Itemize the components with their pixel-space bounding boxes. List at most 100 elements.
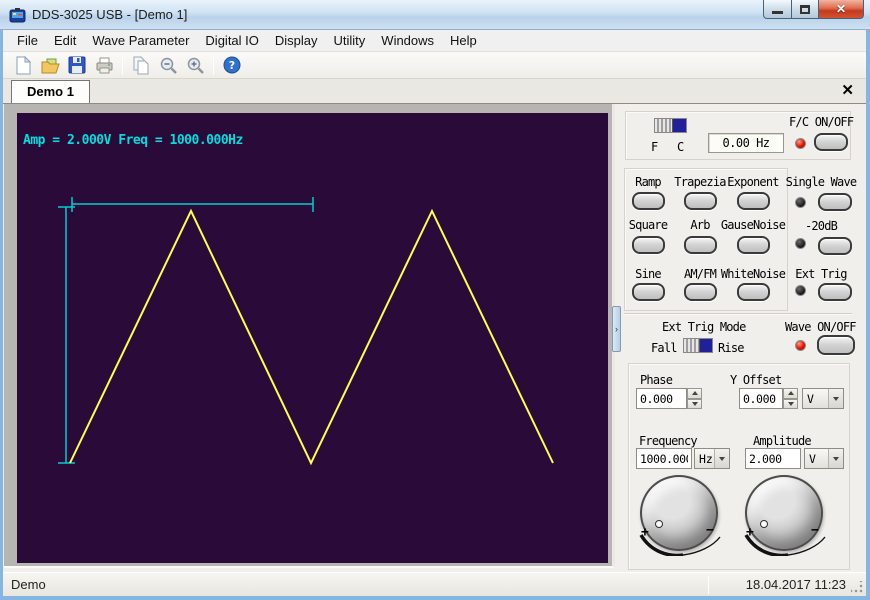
minimize-button[interactable]	[763, 0, 792, 19]
sine-button[interactable]	[632, 283, 665, 301]
menu-item-windows[interactable]: Windows	[373, 31, 442, 50]
close-button[interactable]: ✕	[819, 0, 864, 19]
zoom-out-icon	[159, 56, 178, 75]
y-offset-spin-down[interactable]	[783, 399, 798, 410]
fc-slider[interactable]	[654, 118, 687, 133]
tab-demo1[interactable]: Demo 1	[11, 80, 90, 103]
amplitude-knob-arc	[738, 528, 830, 556]
fc-slider-handle[interactable]	[655, 119, 673, 132]
square-button[interactable]	[632, 236, 665, 254]
gausenoise-button[interactable]	[737, 236, 770, 254]
ext-trig-label: Ext Trig	[781, 267, 861, 281]
resize-grip[interactable]	[851, 581, 863, 593]
app-window: DDS-3025 USB - [Demo 1] ✕ File Edit Wave…	[0, 0, 870, 600]
copy-button[interactable]	[129, 54, 153, 77]
zoom-in-button[interactable]	[183, 54, 207, 77]
toolbar-separator	[213, 55, 214, 75]
frequency-input[interactable]	[636, 448, 692, 469]
frequency-unit-select[interactable]: Hz	[694, 448, 730, 469]
open-file-button[interactable]	[38, 54, 62, 77]
maximize-button[interactable]	[792, 0, 819, 19]
single-wave-button[interactable]	[818, 193, 852, 211]
minimize-icon	[772, 11, 783, 14]
tab-close-button[interactable]: ✕	[841, 82, 854, 100]
menu-item-wave-parameter[interactable]: Wave Parameter	[84, 31, 197, 50]
minus20db-led	[795, 238, 806, 249]
f-label: F	[651, 140, 667, 154]
y-offset-unit-select[interactable]: V	[802, 388, 844, 409]
zoom-out-button[interactable]	[156, 54, 180, 77]
print-icon	[95, 56, 114, 75]
phase-input[interactable]	[636, 388, 687, 409]
trig-edge-slider-handle[interactable]	[684, 339, 700, 352]
exponent-label: Exponent	[719, 175, 787, 189]
whitenoise-label: WhiteNoise	[719, 267, 787, 281]
svg-text:?: ?	[229, 59, 235, 72]
ext-trig-led	[795, 285, 806, 296]
save-button[interactable]	[65, 54, 89, 77]
y-offset-spin-up[interactable]	[783, 388, 798, 399]
trig-edge-slider[interactable]	[683, 338, 713, 353]
phase-spin-down[interactable]	[687, 399, 702, 410]
maximize-icon	[800, 5, 810, 14]
panel-separator	[624, 313, 852, 315]
dropdown-arrow-icon	[828, 449, 843, 468]
ext-trig-button[interactable]	[818, 283, 852, 301]
panel-collapse-splitter[interactable]: ›	[612, 306, 621, 352]
arb-button[interactable]	[684, 236, 717, 254]
spin-up-icon	[788, 391, 794, 395]
knob-indicator-dot	[655, 520, 663, 528]
new-document-button[interactable]	[11, 54, 35, 77]
menu-bar: File Edit Wave Parameter Digital IO Disp…	[3, 30, 866, 52]
help-button[interactable]: ?	[220, 54, 244, 77]
amplitude-unit-value: V	[805, 452, 828, 466]
whitenoise-button[interactable]	[737, 283, 770, 301]
status-divider	[708, 576, 709, 594]
menu-item-file[interactable]: File	[9, 31, 46, 50]
spin-down-icon	[788, 402, 794, 406]
frequency-label: Frequency	[639, 434, 697, 448]
knob-indicator-dot	[760, 520, 768, 528]
y-offset-spinner[interactable]	[783, 388, 798, 409]
waveform-display: Amp = 2.000V Freq = 1000.000Hz	[17, 113, 608, 563]
menu-item-utility[interactable]: Utility	[326, 31, 374, 50]
menu-item-display[interactable]: Display	[267, 31, 326, 50]
ext-trig-mode-title: Ext Trig Mode	[662, 320, 746, 334]
wave-onoff-label: Wave ON/OFF	[785, 320, 856, 334]
amplitude-unit-select[interactable]: V	[804, 448, 844, 469]
exponent-button[interactable]	[737, 192, 770, 210]
fc-onoff-button[interactable]	[814, 133, 848, 151]
dropdown-arrow-icon	[828, 389, 843, 408]
trapezia-button[interactable]	[684, 192, 717, 210]
print-button[interactable]	[92, 54, 116, 77]
waveform-overlay-text: Amp = 2.000V Freq = 1000.000Hz	[23, 133, 243, 148]
y-offset-input[interactable]	[739, 388, 783, 409]
help-icon: ?	[223, 56, 241, 74]
spin-up-icon	[692, 391, 698, 395]
new-document-icon	[14, 56, 32, 75]
phase-label: Phase	[640, 373, 672, 387]
amfm-button[interactable]	[684, 283, 717, 301]
minus20db-button[interactable]	[818, 237, 852, 255]
minus20db-label: -20dB	[781, 219, 861, 233]
ramp-button[interactable]	[632, 192, 665, 210]
phase-spinner[interactable]	[687, 388, 702, 409]
menu-item-edit[interactable]: Edit	[46, 31, 84, 50]
y-offset-label: Y Offset	[730, 373, 781, 387]
frequency-unit-value: Hz	[695, 452, 714, 466]
menu-item-help[interactable]: Help	[442, 31, 485, 50]
wave-onoff-button[interactable]	[817, 335, 855, 355]
frequency-knob-arc	[633, 528, 725, 556]
wave-onoff-led	[795, 340, 806, 351]
menu-item-digital-io[interactable]: Digital IO	[197, 31, 266, 50]
amplitude-label: Amplitude	[753, 434, 811, 448]
single-wave-label: Single Wave	[781, 175, 861, 189]
single-wave-led	[795, 197, 806, 208]
main-area: Amp = 2.000V Freq = 1000.000Hz ›	[3, 104, 866, 572]
amplitude-input[interactable]	[745, 448, 801, 469]
waveform-client-area: Amp = 2.000V Freq = 1000.000Hz	[4, 104, 615, 568]
phase-spin-up[interactable]	[687, 388, 702, 399]
save-icon	[68, 56, 86, 74]
dropdown-arrow-icon	[714, 449, 729, 468]
app-icon	[9, 7, 26, 24]
